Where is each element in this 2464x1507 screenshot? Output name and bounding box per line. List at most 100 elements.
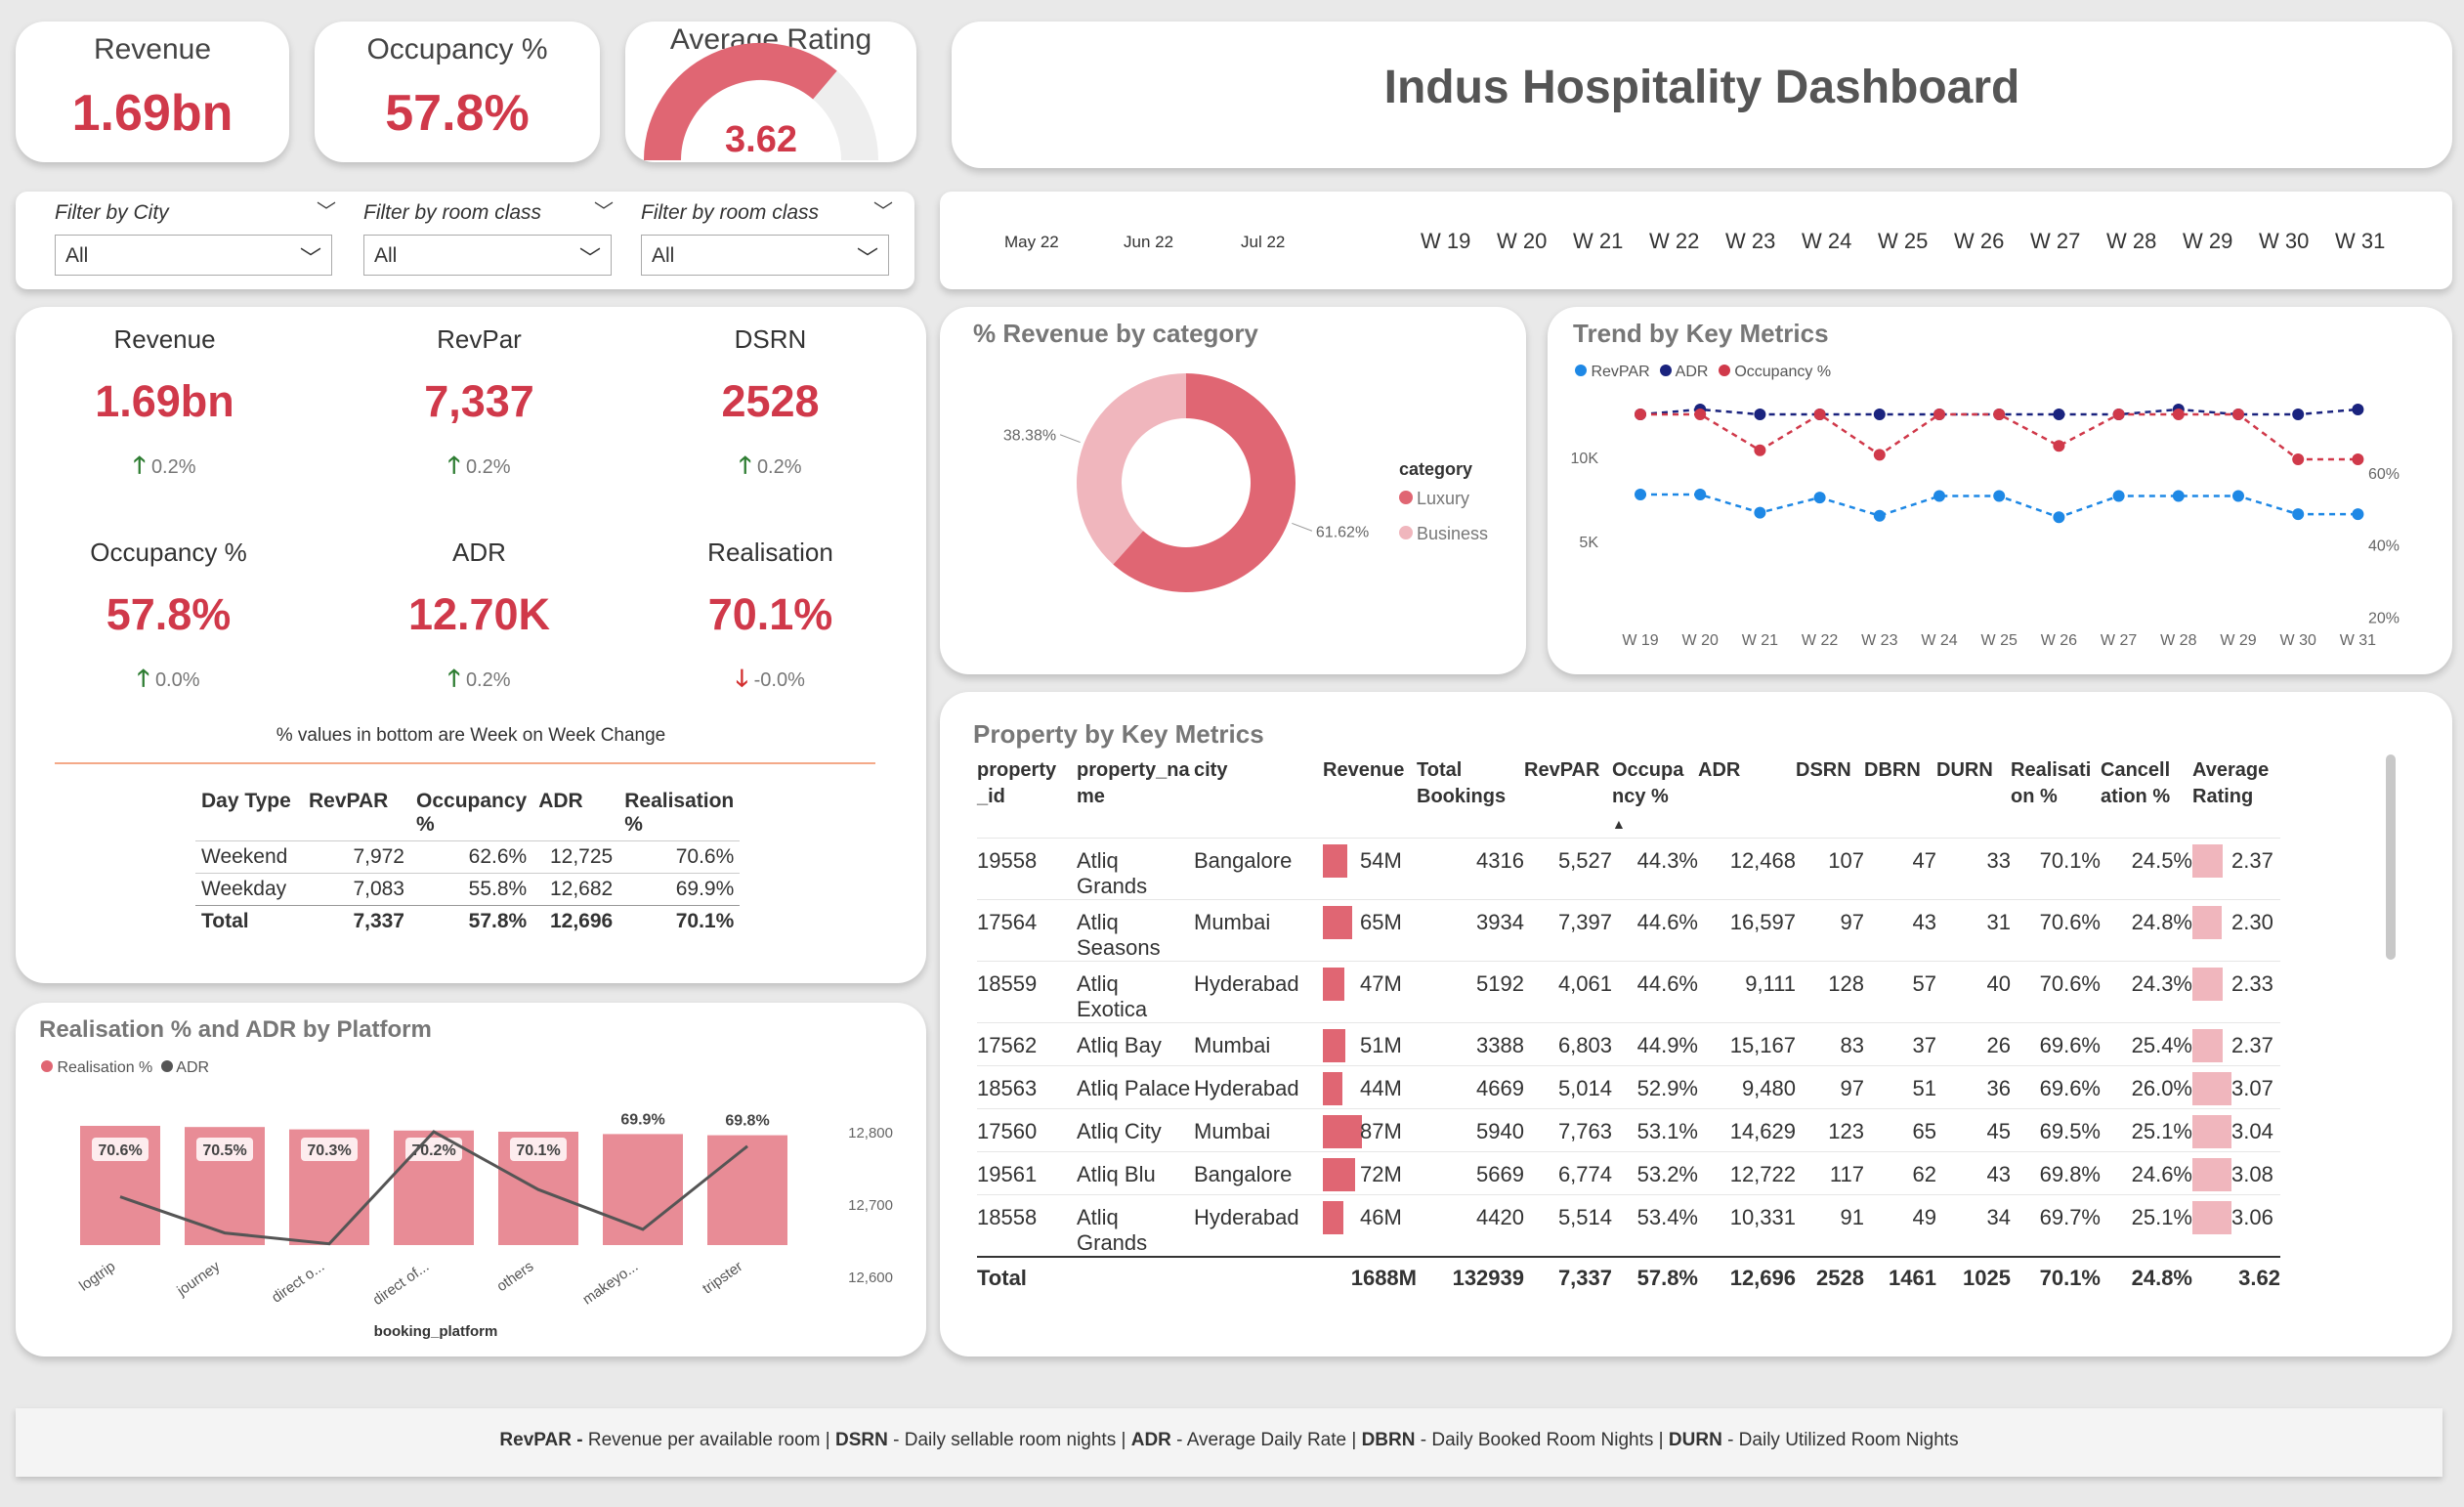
cell: Mumbai [1194, 910, 1271, 934]
filter-value: All [652, 244, 675, 267]
col-header[interactable]: Revenue [1323, 757, 1417, 839]
filters-card: Filter by City ﹀ All ﹀ Filter by room cl… [16, 192, 914, 289]
cell: 3934 [1476, 910, 1524, 934]
x-tick-label: W 24 [1921, 632, 1957, 649]
table-row[interactable]: 18559 Atliq Exotica Hyderabad 47M 5192 4,061 4… [977, 961, 2280, 1023]
series-point [2292, 409, 2305, 420]
cell: 70.6% [675, 845, 735, 868]
col-header[interactable]: DBRN [1864, 757, 1936, 839]
leader-line [1292, 522, 1313, 532]
cell: 70.6% [2039, 910, 2101, 934]
chevron-down-icon[interactable]: ﹀ [873, 195, 893, 224]
kpi-value: 1.69bn [95, 376, 234, 426]
filter-dropdown[interactable]: All ﹀ [641, 235, 889, 276]
col-header[interactable]: Day Type [195, 786, 303, 841]
col-header[interactable]: Total Bookings [1417, 757, 1524, 839]
table-row[interactable]: 19561 Atliq Blu Bangalore 72M 5669 6,774 53.2%… [977, 1151, 2280, 1195]
col-header[interactable]: DSRN [1796, 757, 1864, 839]
cell: 31 [1986, 910, 2011, 934]
cell: 18563 [977, 1076, 1038, 1100]
timeline-month[interactable]: Jul 22 [1241, 233, 1285, 252]
col-header[interactable]: ADR [1698, 757, 1796, 839]
sort-desc-icon[interactable]: ▲ [1612, 816, 1626, 832]
timeline-week[interactable]: W 26 [1954, 229, 2004, 254]
table-row[interactable]: 17560 Atliq City Mumbai 87M 5940 7,763 53.1% 14… [977, 1108, 2280, 1152]
cell: 123 [1828, 1119, 1864, 1143]
chevron-down-icon[interactable]: ﹀ [317, 195, 336, 224]
filter-dropdown[interactable]: All ﹀ [363, 235, 612, 276]
timeline-month[interactable]: Jun 22 [1124, 233, 1173, 252]
timeline-week[interactable]: W 19 [1421, 229, 1470, 254]
col-header[interactable]: property_na me [1077, 757, 1194, 839]
chevron-down-icon: ﹀ [299, 246, 321, 271]
series-point [1754, 444, 1766, 456]
cell: 91 [1840, 1205, 1864, 1229]
legend-item-business[interactable]: Business [1399, 524, 1488, 544]
table-row[interactable]: 18558 Atliq Grands Hyderabad 46M 4420 5,514 53… [977, 1194, 2280, 1258]
col-header[interactable]: ADR [532, 786, 618, 841]
y-tick-label: 5K [1579, 535, 1598, 551]
chevron-down-icon[interactable]: ﹀ [594, 195, 614, 224]
cell: 52.9% [1636, 1076, 1698, 1100]
legend-item-luxury[interactable]: Luxury [1399, 489, 1469, 509]
timeline-week[interactable]: W 29 [2183, 229, 2232, 254]
kpi-title: Revenue [113, 324, 216, 354]
table-body: 19558 Atliq Grands Bangalore 54M 4316 5,527 44… [977, 838, 2280, 1301]
kpi-change-value: 0.2% [465, 456, 511, 478]
table-row[interactable]: 17562 Atliq Bay Mumbai 51M 3388 6,803 44.9% 15,… [977, 1022, 2280, 1066]
series-point [1754, 409, 1766, 420]
series-point [1635, 489, 1646, 500]
cell: Atliq Grands [1077, 1205, 1148, 1255]
data-label: 70.5% [202, 1142, 246, 1159]
timeline-month[interactable]: May 22 [1004, 233, 1059, 252]
col-header[interactable]: Realisation % [618, 786, 740, 841]
y2-tick-label: 12,800 [848, 1125, 893, 1141]
col-header[interactable]: RevPAR [303, 786, 410, 841]
col-header[interactable]: city [1194, 757, 1323, 839]
col-header[interactable]: Average Rating [2192, 757, 2280, 839]
col-header[interactable]: property _id [977, 757, 1077, 839]
scrollbar[interactable] [2386, 754, 2396, 960]
col-header[interactable]: Occupa ncy % ▲ [1612, 757, 1698, 839]
glossary-footer: RevPAR - Revenue per available room | DS… [16, 1408, 2443, 1477]
table-row[interactable]: 19558 Atliq Grands Bangalore 54M 4316 5,527 44… [977, 838, 2280, 900]
series-point [1813, 409, 1826, 420]
timeline-week[interactable]: W 20 [1497, 229, 1547, 254]
cell-text: 2.37 [2231, 1033, 2273, 1057]
cell: 4316 [1476, 848, 1524, 873]
legend-dot-icon [1399, 491, 1413, 504]
cell: 12,722 [1729, 1162, 1796, 1186]
x-tick-label: direct of... [370, 1258, 433, 1309]
cell: 19558 [977, 848, 1038, 873]
timeline-week[interactable]: W 27 [2030, 229, 2080, 254]
arrow-down-icon: 🡓 [736, 666, 748, 692]
data-label: 70.2% [411, 1142, 455, 1159]
timeline-week[interactable]: W 31 [2335, 229, 2385, 254]
col-header[interactable]: RevPAR [1524, 757, 1612, 839]
cell: 7,083 [353, 878, 404, 900]
col-header[interactable]: Occupancy % [410, 786, 532, 841]
timeline-week[interactable]: W 25 [1878, 229, 1928, 254]
timeline-week[interactable]: W 30 [2259, 229, 2309, 254]
col-header[interactable]: Realisation % [2011, 757, 2101, 839]
timeline-week[interactable]: W 22 [1649, 229, 1699, 254]
table-header-row: property _id property_na me city Revenue T… [977, 757, 2280, 839]
data-label: 70.1% [516, 1142, 560, 1159]
leader-line [1059, 434, 1081, 444]
wow-note: % values in bottom are Week on Week Chan… [276, 725, 666, 746]
timeline-week[interactable]: W 28 [2106, 229, 2156, 254]
table-row[interactable]: 18563 Atliq Palace Hyderabad 44M 4669 5,014 52… [977, 1065, 2280, 1109]
col-header[interactable]: Cancell ation % [2101, 757, 2192, 839]
table-row[interactable]: 17564 Atliq Seasons Mumbai 65M 3934 7,397 44.6… [977, 899, 2280, 962]
x-tick-label: W 20 [1682, 632, 1719, 649]
data-label: 70.3% [307, 1142, 351, 1159]
cell [1077, 1257, 1194, 1300]
chevron-down-icon: ﹀ [856, 246, 878, 271]
timeline-week[interactable]: W 23 [1725, 229, 1775, 254]
filter-dropdown[interactable]: All ﹀ [55, 235, 332, 276]
timeline-week[interactable]: W 21 [1573, 229, 1623, 254]
timeline-week[interactable]: W 24 [1802, 229, 1851, 254]
col-header[interactable]: DURN [1936, 757, 2011, 839]
cell: 70.1% [675, 910, 735, 932]
cell: Atliq City [1077, 1119, 1162, 1143]
